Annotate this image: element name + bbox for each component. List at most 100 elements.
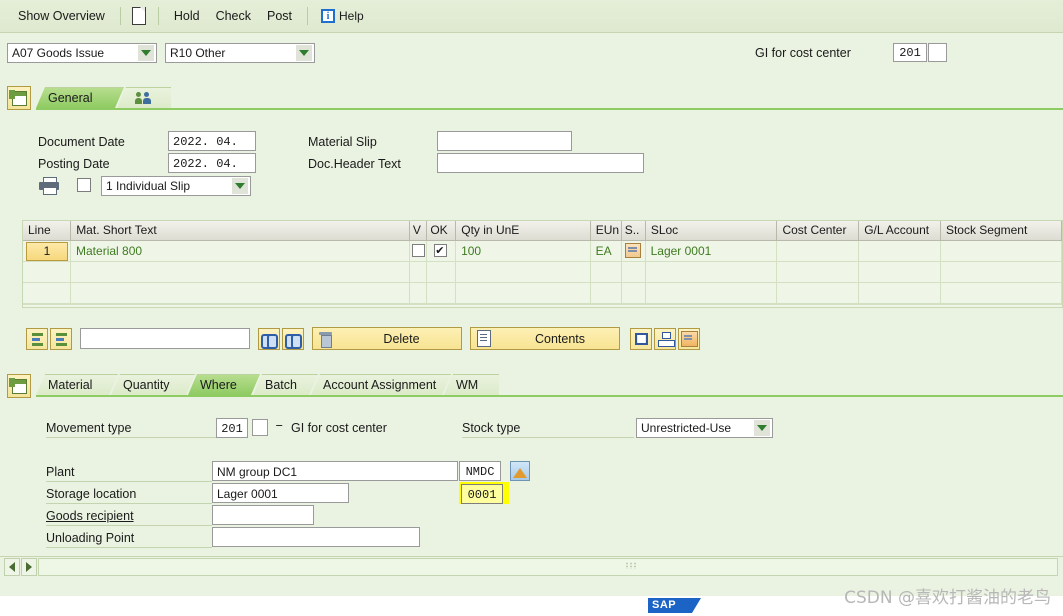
check-button[interactable]: Check xyxy=(208,6,259,26)
plant-code-input[interactable]: NMDC xyxy=(459,461,501,481)
stock-type-label: Stock type xyxy=(462,421,520,435)
print-slip-checkbox[interactable] xyxy=(77,178,91,192)
cell-qty[interactable]: 100 xyxy=(456,241,591,261)
tab-material-label: Material xyxy=(48,378,92,392)
tab-quantity[interactable]: Quantity xyxy=(111,374,195,395)
field-underline xyxy=(46,437,216,438)
movement-type-input[interactable]: 201 xyxy=(216,418,248,438)
cell-cost-center[interactable] xyxy=(777,241,859,261)
tab-quantity-label: Quantity xyxy=(123,378,170,392)
sort-ascending-icon[interactable] xyxy=(26,328,48,350)
table-row[interactable]: 1 Material 800 100 EA Lager 0001 xyxy=(23,241,1062,262)
delete-button[interactable]: Delete xyxy=(312,327,462,350)
column-header-eun[interactable]: EUn xyxy=(591,221,622,240)
column-header-ok[interactable]: OK xyxy=(427,221,456,240)
help-label: Help xyxy=(339,9,364,23)
doc-header-text-label: Doc.Header Text xyxy=(308,157,401,171)
show-overview-button[interactable]: Show Overview xyxy=(10,6,113,26)
storage-location-code-input[interactable]: 0001 xyxy=(461,484,503,504)
tab-wm-label: WM xyxy=(456,378,478,392)
table-row[interactable] xyxy=(23,283,1062,304)
stock-type-value: Unrestricted-Use xyxy=(641,421,731,435)
chevron-down-icon xyxy=(138,45,154,61)
plant-input[interactable]: NM group DC1 xyxy=(212,461,458,481)
goods-recipient-label[interactable]: Goods recipient xyxy=(46,509,134,523)
tab-batch[interactable]: Batch xyxy=(253,374,318,395)
column-header-stock-segment[interactable]: Stock Segment xyxy=(941,221,1062,240)
contents-button[interactable]: Contents xyxy=(470,327,620,350)
transaction-type-select[interactable]: A07 Goods Issue xyxy=(7,43,157,63)
tab-material[interactable]: Material xyxy=(36,374,118,395)
toolbar-divider xyxy=(158,7,159,25)
column-header-sloc[interactable]: SLoc xyxy=(646,221,778,240)
movement-type-sign: – xyxy=(275,418,283,434)
reference-document-select[interactable]: R10 Other xyxy=(165,43,315,63)
hierarchy-icon[interactable] xyxy=(654,328,676,350)
hold-button[interactable]: Hold xyxy=(166,6,208,26)
stock-type-select[interactable]: Unrestricted-Use xyxy=(636,418,773,438)
plant-detail-icon[interactable] xyxy=(510,461,530,481)
grid-horizontal-scroll[interactable] xyxy=(23,304,1062,308)
post-button[interactable]: Post xyxy=(259,6,300,26)
table-row[interactable] xyxy=(23,262,1062,283)
document-icon xyxy=(477,330,491,347)
storage-box-icon[interactable] xyxy=(678,328,700,350)
cell-ok-checkbox[interactable] xyxy=(434,244,447,257)
cell-eun[interactable]: EA xyxy=(591,241,622,261)
storage-location-label: Storage location xyxy=(46,487,136,501)
toolbar-divider xyxy=(120,7,121,25)
posting-date-input[interactable]: 2022. 04. 02 xyxy=(168,153,256,173)
column-header-v[interactable]: V xyxy=(410,221,427,240)
resize-grip[interactable] xyxy=(625,562,636,569)
column-header-mat-short-text[interactable]: Mat. Short Text xyxy=(71,221,410,240)
movement-type-suffix-input[interactable] xyxy=(252,419,268,436)
cell-sloc[interactable]: Lager 0001 xyxy=(646,241,778,261)
doc-header-text-input[interactable] xyxy=(437,153,644,173)
header-movement-type-input[interactable]: 201 xyxy=(893,43,927,62)
sap-logo: SAP xyxy=(648,598,692,613)
cell-mat-short-text[interactable]: Material 800 xyxy=(71,241,410,261)
column-header-cost-center[interactable]: Cost Center xyxy=(777,221,859,240)
detail-collapse-icon[interactable] xyxy=(7,374,31,398)
field-underline xyxy=(46,547,212,548)
column-header-line[interactable]: Line xyxy=(23,221,71,240)
cell-gl-account[interactable] xyxy=(859,241,941,261)
print-version-select[interactable]: 1 Individual Slip xyxy=(101,176,251,196)
storage-location-icon[interactable] xyxy=(625,243,641,258)
find-next-icon[interactable] xyxy=(282,328,304,350)
bottom-status-field[interactable] xyxy=(38,558,1058,576)
unloading-point-input[interactable] xyxy=(212,527,420,547)
storage-location-input[interactable]: Lager 0001 xyxy=(212,483,349,503)
pane-scroll-left-icon[interactable] xyxy=(4,558,20,576)
header-collapse-icon[interactable] xyxy=(7,86,31,110)
tab-account-assignment[interactable]: Account Assignment xyxy=(311,374,451,395)
expand-icon[interactable] xyxy=(630,328,652,350)
posting-date-label: Posting Date xyxy=(38,157,110,171)
chevron-down-icon xyxy=(296,45,312,61)
find-icon[interactable] xyxy=(258,328,280,350)
toolbar-divider xyxy=(307,7,308,25)
item-grid: Line Mat. Short Text V OK Qty in UnE EUn… xyxy=(22,220,1063,308)
contents-label: Contents xyxy=(507,332,613,346)
row-line-number-button[interactable]: 1 xyxy=(26,242,68,261)
new-document-icon[interactable] xyxy=(132,7,147,25)
tab-partners[interactable] xyxy=(117,87,171,108)
column-header-s[interactable]: S.. xyxy=(622,221,646,240)
material-slip-input[interactable] xyxy=(437,131,572,151)
header-movement-type-suffix-input[interactable] xyxy=(928,43,947,62)
pane-scroll-right-icon[interactable] xyxy=(21,558,37,576)
delete-label: Delete xyxy=(348,332,455,346)
tab-general[interactable]: General xyxy=(36,87,124,108)
cell-stock-segment[interactable] xyxy=(941,241,1062,261)
column-header-gl-account[interactable]: G/L Account xyxy=(859,221,941,240)
goods-recipient-input[interactable] xyxy=(212,505,314,525)
grid-search-input[interactable] xyxy=(80,328,250,349)
document-date-input[interactable]: 2022. 04. 02 xyxy=(168,131,256,151)
tab-where[interactable]: Where xyxy=(188,374,260,395)
column-header-qty[interactable]: Qty in UnE xyxy=(456,221,590,240)
sort-descending-icon[interactable] xyxy=(50,328,72,350)
help-button[interactable]: i Help xyxy=(315,7,370,25)
detail-panel-body xyxy=(36,395,1063,550)
tab-wm[interactable]: WM xyxy=(444,374,499,395)
cell-v-checkbox[interactable] xyxy=(412,244,425,257)
